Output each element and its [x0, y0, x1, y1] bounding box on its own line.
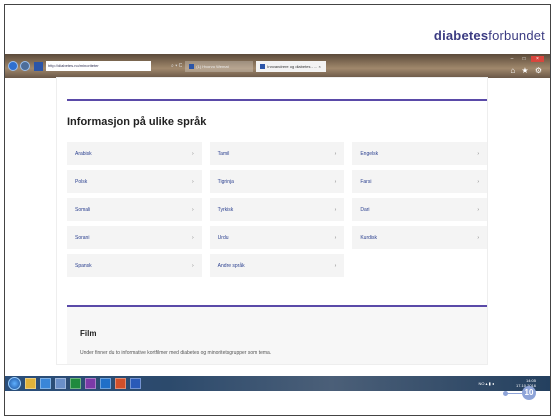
- address-bar[interactable]: http://diabetes.no/minoriteter: [46, 61, 151, 71]
- tray-icons[interactable]: NO ▴ ▮ ◂: [478, 381, 494, 386]
- language-link[interactable]: Tamil ›: [209, 142, 345, 165]
- address-search-refresh-icons[interactable]: ⌕ ▾ C: [171, 63, 182, 69]
- language-link[interactable]: Tyrkisk ›: [209, 198, 345, 221]
- taskbar-app-powerpoint-icon[interactable]: [115, 378, 126, 389]
- film-title: Film: [80, 329, 97, 338]
- taskbar-app-outlook-icon[interactable]: [100, 378, 111, 389]
- language-link[interactable]: Somali ›: [67, 198, 202, 221]
- language-label: Kurdisk: [360, 234, 378, 241]
- language-link[interactable]: Urdu ›: [209, 226, 345, 249]
- language-label: Arabisk: [75, 150, 92, 157]
- language-label: Tyrkisk: [217, 206, 234, 213]
- language-label: Spansk: [75, 262, 92, 269]
- divider: [67, 99, 487, 101]
- language-label: Engelsk: [360, 150, 379, 157]
- chevron-right-icon: ›: [477, 234, 480, 241]
- chevron-right-icon: ›: [334, 234, 337, 241]
- back-button[interactable]: [8, 61, 18, 71]
- film-section: Film Under finner du to informative kort…: [67, 307, 487, 364]
- taskbar: NO ▴ ▮ ◂ 14:0517.10.2016: [5, 376, 550, 391]
- language-label: Andre språk: [217, 262, 245, 269]
- language-row: Polsk › Tigrinja › Farsi ›: [67, 170, 488, 193]
- chevron-right-icon: ›: [334, 150, 337, 157]
- chevron-right-icon: ›: [192, 234, 194, 241]
- chevron-right-icon: ›: [192, 150, 194, 157]
- taskbar-app-media-icon[interactable]: [55, 378, 66, 389]
- language-label: Somali: [75, 206, 91, 213]
- language-link[interactable]: Andre språk ›: [209, 254, 345, 277]
- chevron-right-icon: ›: [477, 206, 480, 213]
- film-description: Under finner du to informative kortfilme…: [80, 350, 272, 356]
- language-label: Tamil: [217, 150, 230, 157]
- tab-active[interactable]: Innvandrere og diabetes - ... ×: [256, 60, 327, 72]
- language-label: Farsi: [360, 178, 372, 185]
- chevron-right-icon: ›: [334, 178, 337, 185]
- taskbar-app-onenote-icon[interactable]: [85, 378, 96, 389]
- close-icon[interactable]: ×: [531, 56, 544, 62]
- site-icon: [34, 61, 43, 71]
- chevron-right-icon: ›: [192, 178, 194, 185]
- page-heading: Informasjon på ulike språk: [67, 116, 207, 128]
- language-label: Urdu: [217, 234, 229, 241]
- chevron-right-icon: ›: [334, 206, 337, 213]
- minimize-icon[interactable]: –: [507, 56, 517, 62]
- language-row: Arabisk › Tamil › Engelsk ›: [67, 142, 488, 165]
- language-link[interactable]: Engelsk ›: [352, 142, 488, 165]
- language-link[interactable]: Kurdisk ›: [352, 226, 488, 249]
- chevron-right-icon: ›: [477, 150, 480, 157]
- maximize-icon[interactable]: □: [519, 56, 529, 62]
- slide-number: 10: [522, 386, 536, 400]
- chevron-right-icon: ›: [192, 262, 194, 269]
- language-link[interactable]: Spansk ›: [67, 254, 202, 277]
- brand-logo: diabetesforbundet: [433, 28, 545, 43]
- language-row: Sorani › Urdu › Kurdisk ›: [67, 226, 488, 249]
- language-row: Somali › Tyrkisk › Dari ›: [67, 198, 488, 221]
- language-label: Dari: [360, 206, 370, 213]
- empty-cell: [352, 254, 487, 277]
- language-link[interactable]: Dari ›: [352, 198, 488, 221]
- language-link[interactable]: Sorani ›: [67, 226, 202, 249]
- taskbar-app-excel-icon[interactable]: [70, 378, 81, 389]
- start-button[interactable]: [8, 377, 21, 390]
- language-label: Sorani: [75, 234, 90, 241]
- taskbar-app-word-icon[interactable]: [130, 378, 141, 389]
- language-label: Tigrinja: [217, 178, 234, 185]
- language-grid: Arabisk › Tamil › Engelsk › Polsk › Tigrinja › Far…: [67, 142, 488, 282]
- chevron-right-icon: ›: [334, 262, 337, 269]
- tab-icon: [260, 63, 266, 69]
- taskbar-app-explorer-icon[interactable]: [25, 378, 36, 389]
- web-page: Informasjon på ulike språk Arabisk › Tamil…: [57, 78, 488, 364]
- chevron-right-icon: ›: [477, 178, 480, 185]
- chevron-right-icon: ›: [192, 206, 194, 213]
- language-row: Spansk › Andre språk ›: [67, 254, 487, 277]
- language-link[interactable]: Polsk ›: [67, 170, 202, 193]
- language-link[interactable]: Arabisk ›: [67, 142, 202, 165]
- browser-chrome: http://diabetes.no/minoriteter ⌕ ▾ C (1)…: [5, 54, 550, 78]
- taskbar-app-ie-icon[interactable]: [40, 378, 51, 389]
- slide-number-line: [506, 393, 522, 394]
- forward-button[interactable]: [20, 61, 30, 71]
- language-link[interactable]: Farsi ›: [352, 170, 488, 193]
- tab-icon: [189, 63, 195, 69]
- tab-inactive[interactable]: (1) Hvorvo Wemat: [185, 60, 254, 72]
- language-label: Polsk: [75, 178, 88, 185]
- language-link[interactable]: Tigrinja ›: [209, 170, 345, 193]
- home-favorites-settings-icons[interactable]: ⌂ ★ ⚙: [510, 66, 544, 75]
